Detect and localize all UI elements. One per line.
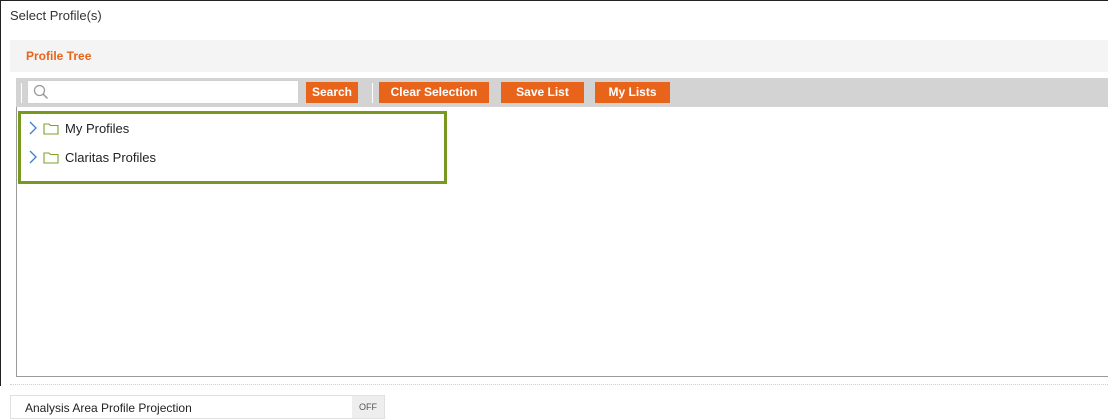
toolbar-separator <box>372 83 373 103</box>
highlight-box <box>18 111 447 184</box>
section-divider <box>10 384 1108 385</box>
search-input[interactable] <box>54 83 298 103</box>
my-lists-button[interactable]: My Lists <box>595 82 670 103</box>
toolbar-separator <box>21 83 22 103</box>
search-button[interactable]: Search <box>306 82 358 103</box>
profile-tree-title: Profile Tree <box>26 49 92 63</box>
tree-toolbar: Search Clear Selection Save List My List… <box>16 78 1108 107</box>
window-title: Select Profile(s) <box>10 8 102 23</box>
clear-selection-button[interactable]: Clear Selection <box>379 82 489 103</box>
profile-projection-toggle[interactable]: OFF <box>352 396 384 418</box>
profile-projection-label: Analysis Area Profile Projection <box>25 401 192 415</box>
save-list-button[interactable]: Save List <box>501 82 584 103</box>
profile-projection-row: Analysis Area Profile Projection OFF <box>10 395 385 419</box>
search-icon <box>33 84 49 100</box>
profile-tree-header: Profile Tree <box>10 40 1108 72</box>
search-box[interactable] <box>27 80 299 104</box>
